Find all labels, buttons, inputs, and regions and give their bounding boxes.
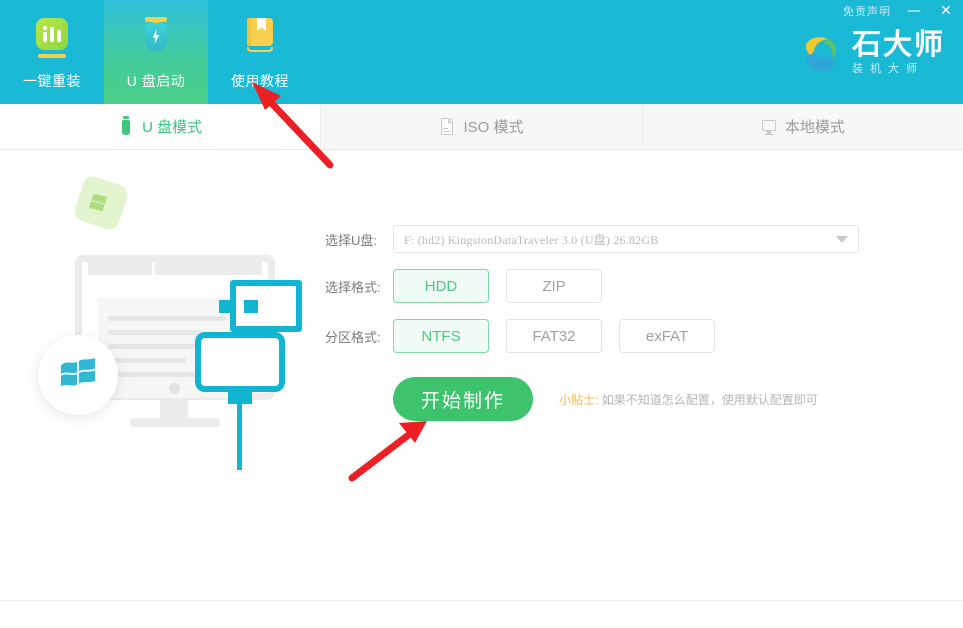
usb-select-dropdown[interactable]: F: (hd2) KingstonDataTraveler 3.0 (U盘) 2… [393,225,859,253]
usb-select-value: F: (hd2) KingstonDataTraveler 3.0 (U盘) 2… [404,232,659,247]
monitor-icon [761,117,777,137]
tip-keyword: 小贴士: [559,392,599,407]
nav-tab-usb-boot[interactable]: U 盘启动 [104,0,208,104]
brand-subtitle: 装机大师 [851,63,924,75]
document-icon [439,117,455,137]
book-icon [237,16,283,62]
partition-option-ntfs[interactable]: NTFS [393,319,489,353]
app-window: 免责声明 — ✕ 一键重装 U 盘启动 使用教程 石大师 装机大师 U 盘模式 … [0,0,963,628]
format-label: 选择格式: [325,279,381,295]
udisk-icon [118,116,134,136]
partition-option-fat32[interactable]: FAT32 [506,319,602,353]
tab-label: 本地模式 [784,119,845,136]
mode-tabs: U 盘模式 ISO 模式 本地模式 [0,104,963,150]
usb-connector-graphic [195,280,302,480]
nav-tab-label: 使用教程 [231,73,289,89]
tab-label: U 盘模式 [142,118,203,136]
tip-text: 小贴士: 如果不知道怎么配置，使用默认配置即可 [559,391,818,408]
close-button[interactable]: ✕ [937,4,955,18]
main-nav-tabs: 一键重装 U 盘启动 使用教程 [0,0,312,104]
usb-flash-icon [133,16,179,62]
bar-chart-icon [29,16,75,62]
usb-illustration [20,174,320,490]
partition-row: 分区格式: NTFS FAT32 exFAT [325,319,925,353]
nav-tab-label: U 盘启动 [126,73,186,89]
format-row: 选择格式: HDD ZIP [325,269,925,303]
usb-settings-form: 选择U盘: F: (hd2) KingstonDataTraveler 3.0 … [325,225,925,421]
windows-logo-icon [38,335,118,415]
app-header: 免责声明 — ✕ 一键重装 U 盘启动 使用教程 石大师 装机大师 [0,0,963,104]
disclaimer-link[interactable]: 免责声明 [843,3,891,19]
nav-tab-label: 一键重装 [23,73,81,89]
format-option-hdd[interactable]: HDD [393,269,489,303]
partition-option-exfat[interactable]: exFAT [619,319,715,353]
windows-logo-small-icon [72,174,130,232]
format-option-zip[interactable]: ZIP [506,269,602,303]
tab-usb-mode[interactable]: U 盘模式 [0,104,322,149]
nav-tab-one-key-reinstall[interactable]: 一键重装 [0,0,104,104]
window-controls: 免责声明 — ✕ [843,0,955,22]
main-content: 选择U盘: F: (hd2) KingstonDataTraveler 3.0 … [0,150,963,600]
nav-tab-tutorial[interactable]: 使用教程 [208,0,312,104]
brand-mark-icon [801,33,843,75]
usb-select-row: 选择U盘: F: (hd2) KingstonDataTraveler 3.0 … [325,225,925,253]
chevron-down-icon [836,235,848,243]
tip-content: 如果不知道怎么配置，使用默认配置即可 [601,392,818,407]
partition-label: 分区格式: [325,329,381,345]
brand-name: 石大师 [851,29,945,61]
minimize-button[interactable]: — [905,4,923,18]
tab-local-mode[interactable]: 本地模式 [642,104,963,149]
tab-label: ISO 模式 [463,119,524,136]
brand-logo: 石大师 装机大师 [801,30,945,77]
start-make-button[interactable]: 开始制作 [393,377,533,421]
tab-iso-mode[interactable]: ISO 模式 [321,104,643,149]
action-row: 开始制作 小贴士: 如果不知道怎么配置，使用默认配置即可 [325,377,925,421]
bottom-status-bar [0,600,963,628]
usb-select-label: 选择U盘: [325,232,378,248]
